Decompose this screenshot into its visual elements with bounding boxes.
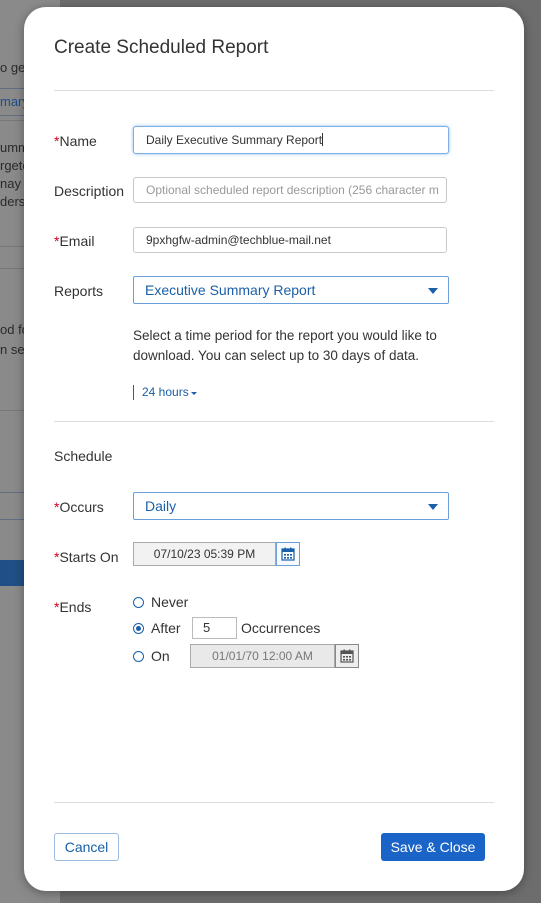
text-caret [322, 133, 324, 146]
dialog-title: Create Scheduled Report [54, 37, 269, 58]
save-and-close-button[interactable]: Save & Close [381, 833, 485, 861]
ends-never-radio[interactable] [133, 596, 144, 608]
description-placeholder: Optional scheduled report description (2… [146, 183, 439, 197]
ends-never-option[interactable]: Never [133, 594, 188, 610]
chevron-down-icon [428, 288, 438, 294]
ends-on-calendar-button [335, 644, 359, 668]
section-divider [54, 421, 494, 422]
ends-after-radio[interactable] [133, 622, 144, 634]
chevron-down-icon [428, 504, 438, 510]
calendar-icon [340, 649, 354, 663]
description-label: Description [54, 183, 125, 199]
background-button [0, 560, 26, 586]
schedule-heading: Schedule [54, 448, 113, 464]
occurrences-count-input[interactable]: 5 [192, 617, 237, 639]
title-divider [54, 90, 494, 91]
time-period-dropdown[interactable]: 24 hours [133, 385, 197, 400]
starts-on-label: *Starts On [54, 549, 119, 565]
name-input[interactable]: Daily Executive Summary Report [133, 126, 449, 154]
calendar-icon [281, 547, 295, 561]
ends-on-option[interactable]: On [133, 648, 170, 664]
starts-on-input[interactable]: 07/10/23 05:39 PM [133, 542, 276, 566]
ends-on-radio[interactable] [133, 650, 144, 662]
caret-down-icon [190, 392, 197, 395]
description-input[interactable]: Optional scheduled report description (2… [133, 177, 447, 203]
ends-on-date-input: 01/01/70 12:00 AM [190, 644, 335, 668]
starts-on-calendar-button[interactable] [276, 542, 300, 566]
email-input[interactable]: 9pxhgfw-admin@techblue-mail.net [133, 227, 447, 253]
create-scheduled-report-dialog: Create Scheduled Report *Name Daily Exec… [24, 7, 524, 891]
background-text: o ge [0, 60, 26, 75]
occurrences-label: Occurrences [241, 620, 321, 636]
footer-divider [54, 802, 494, 803]
email-label: *Email [54, 233, 95, 249]
time-period-help-text: Select a time period for the report you … [133, 328, 437, 363]
occurs-select[interactable]: Daily [133, 492, 449, 520]
cancel-button[interactable]: Cancel [54, 833, 119, 861]
ends-after-option[interactable]: After [133, 620, 181, 636]
ends-label: *Ends [54, 599, 92, 615]
occurs-label: *Occurs [54, 499, 104, 515]
name-label: *Name [54, 133, 97, 149]
reports-label: Reports [54, 283, 104, 299]
reports-select[interactable]: Executive Summary Report [133, 276, 449, 304]
